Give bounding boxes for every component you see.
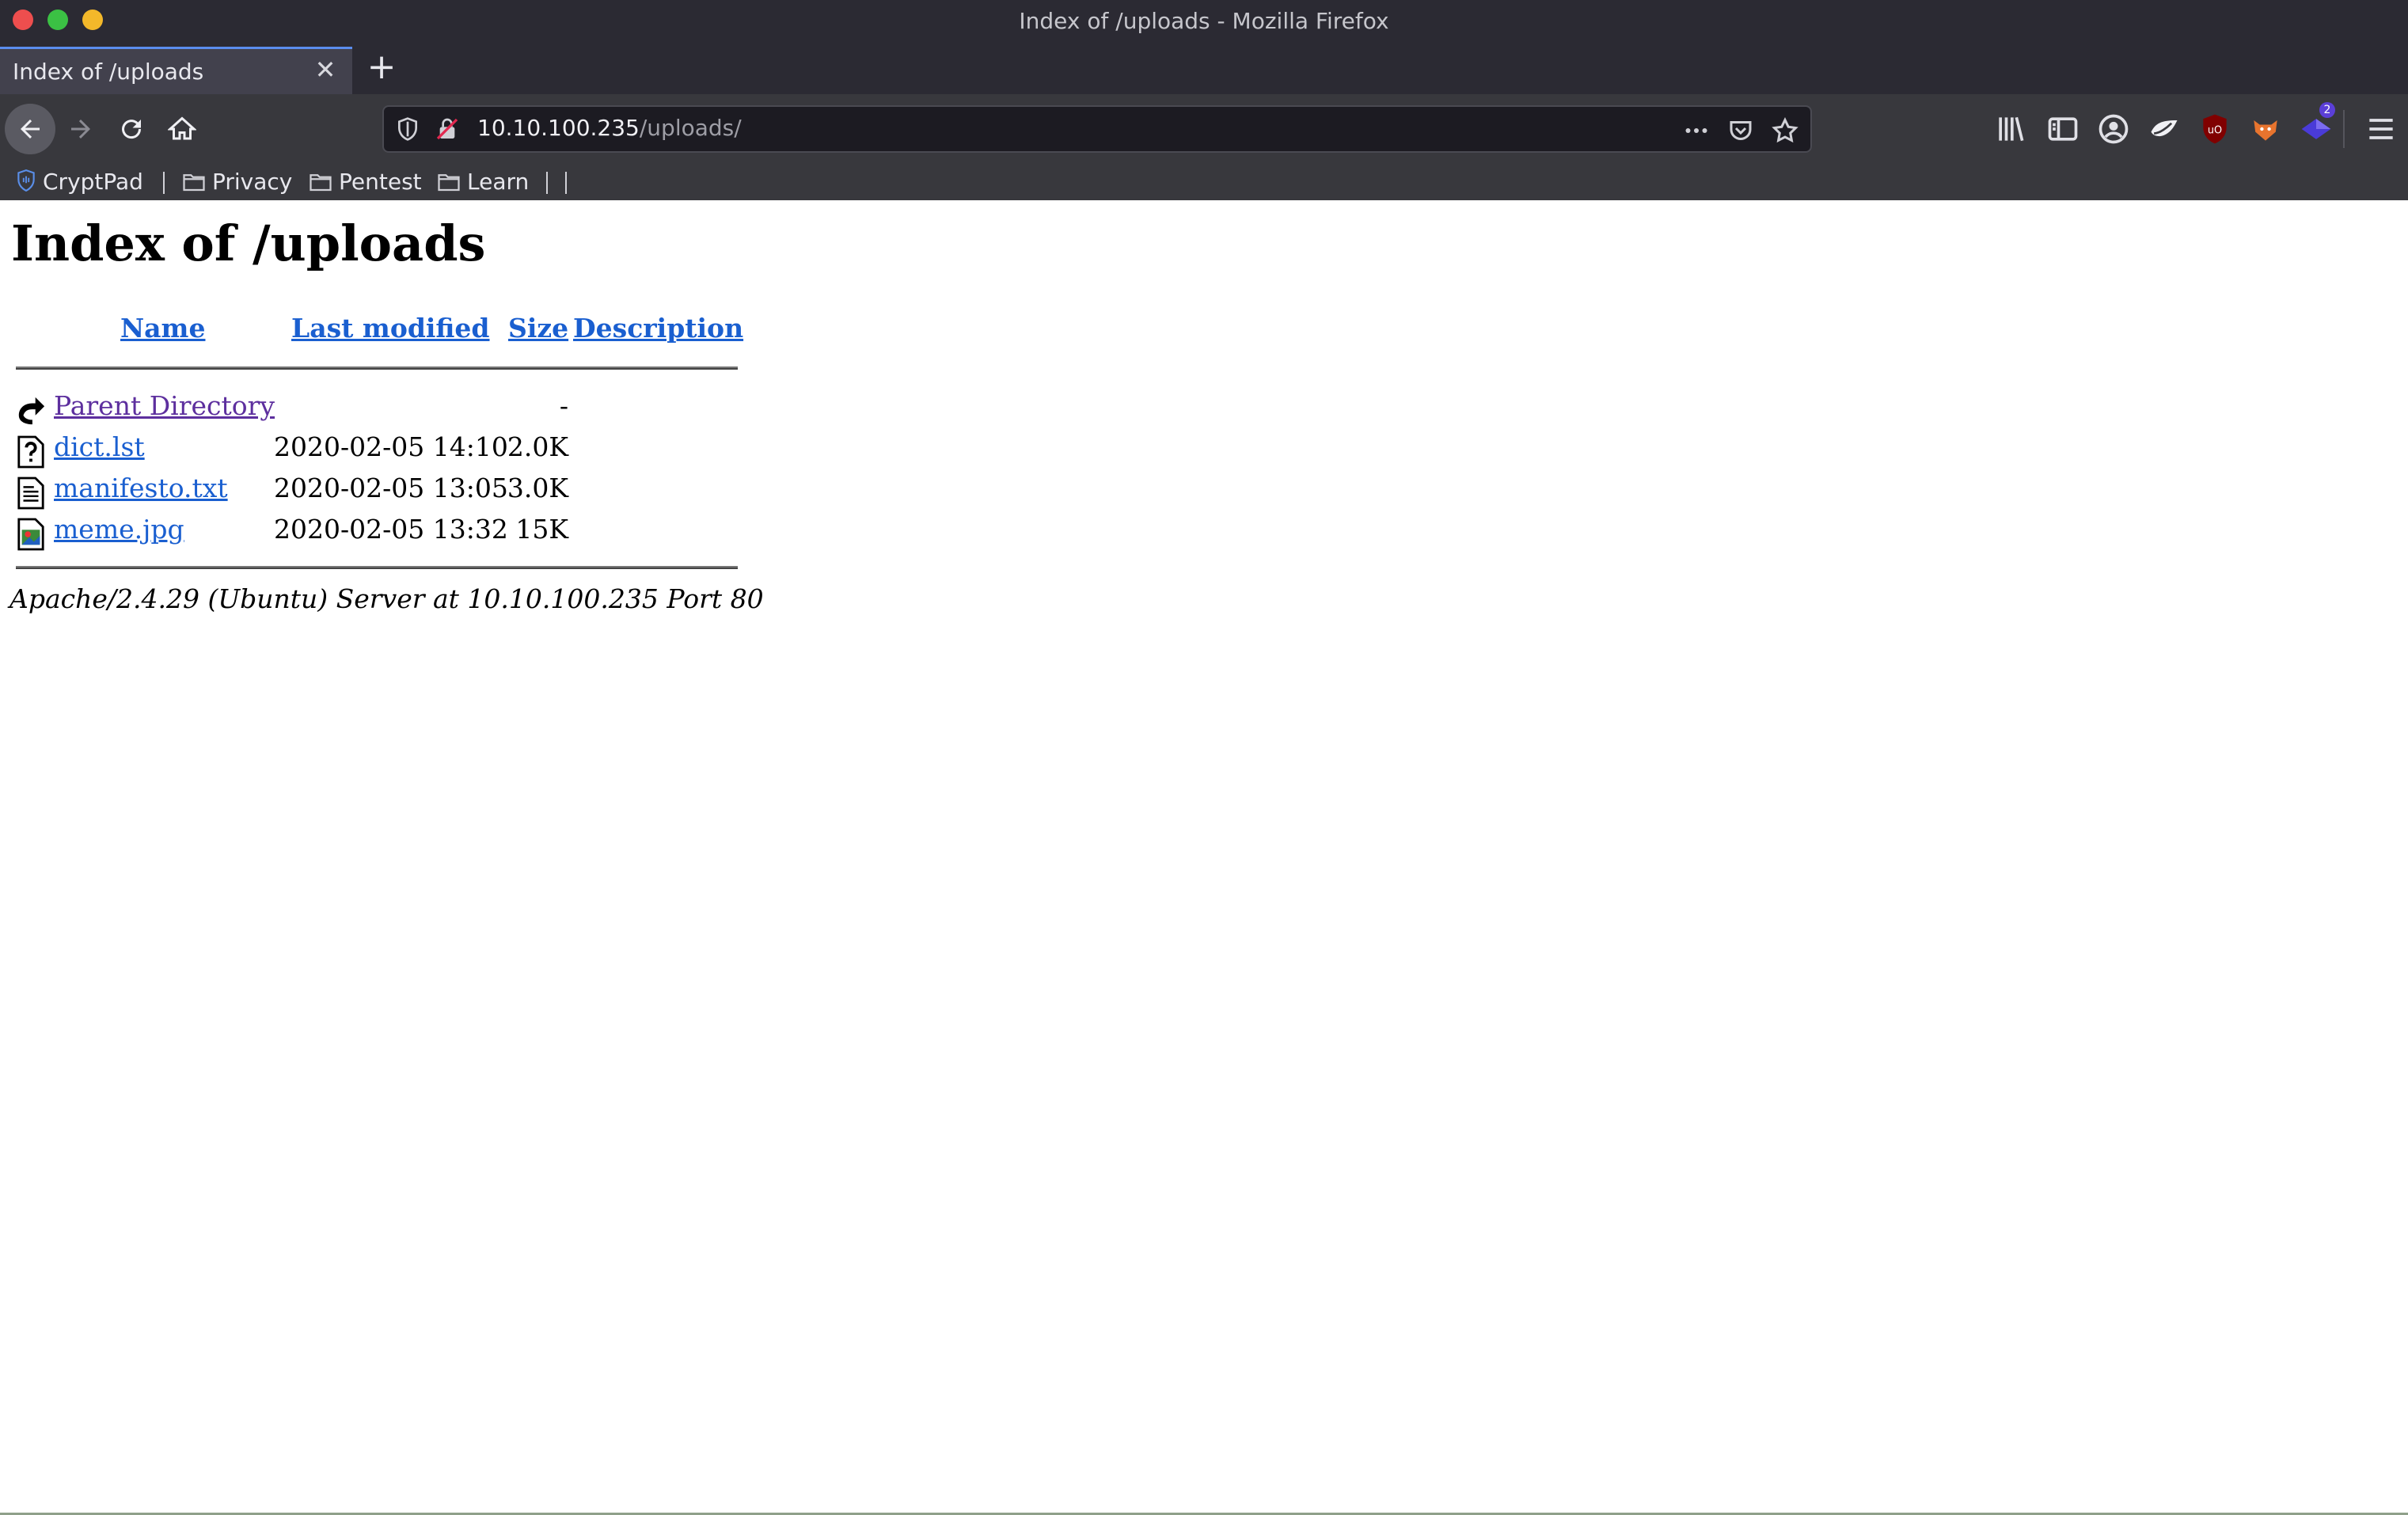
column-header-last-modified[interactable]: Last modified: [291, 313, 490, 344]
tab-close-icon[interactable]: ✕: [311, 55, 340, 84]
pocket-icon[interactable]: [1726, 116, 1755, 145]
file-size: -: [559, 390, 568, 421]
footer-divider: [16, 566, 738, 569]
url-host: 10.10.100.235: [477, 115, 640, 141]
bookmark-label: Pentest: [339, 169, 422, 195]
back-arrow-icon: [21, 120, 40, 139]
reload-button[interactable]: [106, 104, 157, 154]
browser-chrome: Index of /uploads - Mozilla Firefox Inde…: [0, 0, 2408, 200]
bookmark-folder-privacy[interactable]: Privacy: [182, 164, 292, 200]
cryptpad-icon: [17, 169, 35, 192]
url-path: /uploads/: [639, 115, 742, 141]
image-file-icon: [17, 518, 44, 551]
header-divider: [16, 366, 738, 370]
bookmarks-toolbar: CryptPad Privacy Pentest Learn: [0, 164, 2408, 200]
extension-badge-count: 2: [2319, 102, 2335, 118]
foxyproxy-icon[interactable]: [2248, 112, 2283, 146]
file-link[interactable]: dict.lst: [54, 431, 145, 462]
forward-button[interactable]: [55, 104, 106, 154]
file-size: 15K: [515, 514, 568, 545]
ublock-icon[interactable]: uO: [2197, 112, 2232, 146]
sidebar-icon[interactable]: [2045, 112, 2080, 146]
nav-bar: 10.10.100.235/uploads/ uO 2: [0, 94, 2408, 164]
folder-icon: [438, 174, 460, 192]
column-header-size[interactable]: Size: [508, 313, 568, 344]
window-title: Index of /uploads - Mozilla Firefox: [1019, 8, 1389, 34]
tracking-shield-icon[interactable]: [395, 116, 420, 142]
toolbar-divider: [2343, 110, 2345, 148]
parent-directory-link[interactable]: Parent Directory: [54, 390, 275, 421]
server-signature: Apache/2.4.29 (Ubuntu) Server at 10.10.1…: [9, 583, 764, 614]
home-icon: [168, 116, 196, 140]
tab-title: Index of /uploads: [13, 59, 204, 85]
file-link[interactable]: manifesto.txt: [54, 473, 228, 503]
unknown-file-icon: [17, 435, 44, 469]
bookmark-label: CryptPad: [43, 169, 143, 195]
menu-icon[interactable]: [2364, 112, 2399, 146]
bookmark-separator: [565, 172, 567, 194]
title-bar: Index of /uploads - Mozilla Firefox: [0, 0, 2408, 47]
bookmark-label: Learn: [467, 169, 530, 195]
home-button[interactable]: [157, 104, 207, 154]
column-header-description[interactable]: Description: [573, 313, 743, 344]
svg-text:uO: uO: [2208, 125, 2222, 137]
extension-badge-icon[interactable]: 2: [2299, 102, 2335, 146]
page-content: Index of /uploads Name Last modified Siz…: [0, 200, 2408, 1515]
bookmark-folder-learn[interactable]: Learn: [437, 164, 529, 200]
page-title: Index of /uploads: [11, 215, 486, 272]
folder-icon: [310, 174, 332, 192]
file-size: 2.0K: [507, 431, 568, 462]
bookmark-separator: [546, 172, 548, 194]
column-header-name[interactable]: Name: [120, 313, 205, 344]
parent-directory-icon: [18, 397, 45, 425]
folder-icon: [183, 174, 205, 192]
new-tab-button[interactable]: +: [364, 50, 399, 85]
bookmark-star-icon[interactable]: [1771, 116, 1799, 145]
account-icon[interactable]: [2096, 112, 2131, 146]
reload-icon: [122, 120, 142, 139]
file-link[interactable]: meme.jpg: [54, 514, 184, 545]
url-bar[interactable]: 10.10.100.235/uploads/: [382, 105, 1812, 153]
file-size: 3.0K: [507, 473, 568, 503]
insecure-lock-icon[interactable]: [435, 116, 460, 142]
bookmark-label: Privacy: [212, 169, 293, 195]
bookmark-separator: [163, 172, 165, 194]
file-modified: 2020-02-05 14:10: [274, 431, 508, 462]
bookmark-folder-pentest[interactable]: Pentest: [309, 164, 422, 200]
tab-strip: Index of /uploads ✕ +: [0, 47, 2408, 94]
page-actions-icon[interactable]: [1682, 116, 1711, 145]
file-modified: 2020-02-05 13:05: [274, 473, 508, 503]
extension-icon[interactable]: [2147, 112, 2182, 146]
library-icon[interactable]: [1993, 112, 2028, 146]
url-text[interactable]: 10.10.100.235/uploads/: [477, 115, 742, 141]
file-modified: 2020-02-05 13:32: [274, 514, 508, 545]
back-button[interactable]: [5, 104, 55, 154]
tab-active[interactable]: Index of /uploads ✕: [0, 47, 352, 94]
forward-arrow-icon: [71, 120, 90, 139]
bookmark-cryptpad[interactable]: CryptPad: [16, 164, 143, 200]
text-file-icon: [17, 477, 44, 510]
